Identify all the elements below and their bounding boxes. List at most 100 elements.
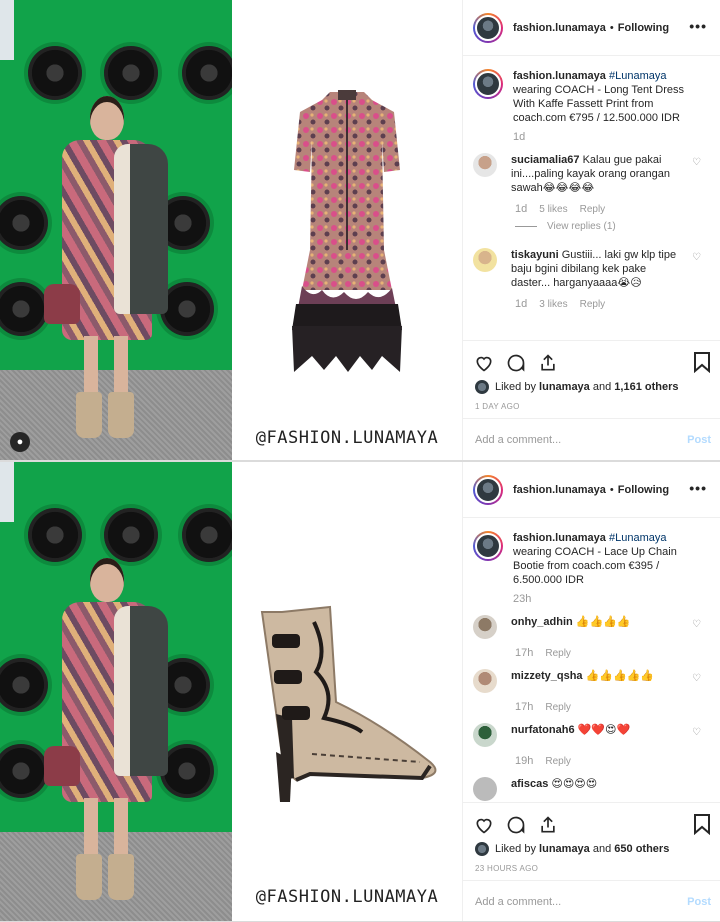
product-image bbox=[232, 462, 462, 921]
heart-icon[interactable]: ♡ bbox=[692, 727, 701, 738]
action-bar bbox=[463, 802, 720, 846]
comment-text: 😍😍😍😍 bbox=[551, 778, 598, 790]
add-comment-input[interactable] bbox=[475, 434, 688, 446]
reply-button[interactable]: Reply bbox=[580, 299, 606, 310]
liked-by-user[interactable]: lunamaya bbox=[539, 381, 590, 393]
comment: nurfatonah6 ❤️❤️😍❤️ ♡ bbox=[463, 713, 720, 747]
heart-icon[interactable] bbox=[473, 814, 495, 836]
comment-text: ❤️❤️😍❤️ bbox=[577, 724, 631, 736]
instagram-post: ● @FASHION.LUNAMAYA fashion.lunamaya • F… bbox=[0, 0, 720, 461]
share-icon[interactable] bbox=[537, 352, 559, 374]
caption-time: 23h bbox=[513, 593, 532, 605]
likes-count[interactable]: 650 others bbox=[614, 843, 669, 855]
comment: afiscas 😍😍😍😍 bbox=[463, 767, 720, 801]
more-icon[interactable]: ••• bbox=[689, 18, 707, 34]
avatar[interactable] bbox=[473, 69, 503, 99]
outfit-photo: ● bbox=[0, 0, 232, 460]
post-header: fashion.lunamaya • Following ••• bbox=[463, 0, 720, 56]
caption-username[interactable]: fashion.lunamaya bbox=[513, 70, 606, 82]
action-bar bbox=[463, 340, 720, 384]
more-icon[interactable]: ••• bbox=[689, 480, 707, 496]
bookmark-icon[interactable] bbox=[693, 351, 711, 378]
model-figure bbox=[44, 558, 174, 918]
comment-time: 17h bbox=[515, 647, 534, 659]
add-comment-input[interactable] bbox=[475, 896, 688, 908]
reply-button[interactable]: Reply bbox=[545, 702, 571, 713]
avatar[interactable] bbox=[473, 723, 497, 747]
caption-time: 1d bbox=[513, 131, 526, 143]
heart-icon[interactable]: ♡ bbox=[692, 619, 701, 630]
comment-text: 👍👍👍👍 bbox=[575, 616, 631, 628]
comment-username[interactable]: afiscas bbox=[511, 778, 548, 790]
share-icon[interactable] bbox=[537, 814, 559, 836]
avatar[interactable] bbox=[473, 474, 503, 505]
likes-summary[interactable]: Liked by lunamaya and 650 others bbox=[475, 842, 669, 856]
add-comment-bar: Post bbox=[463, 418, 720, 460]
hashtag-link[interactable]: #Lunamaya bbox=[609, 532, 667, 544]
instagram-post: @FASHION.LUNAMAYA fashion.lunamaya • Fol… bbox=[0, 461, 720, 922]
post-timestamp: 1 DAY AGO bbox=[475, 402, 520, 411]
comment-username[interactable]: mizzety_qsha bbox=[511, 670, 583, 682]
reply-button[interactable]: Reply bbox=[545, 756, 571, 767]
comment-time: 17h bbox=[515, 701, 534, 713]
comment-icon[interactable] bbox=[505, 814, 527, 836]
boot-illustration bbox=[260, 605, 437, 802]
comment-time: 19h bbox=[515, 755, 534, 767]
post-timestamp: 23 HOURS AGO bbox=[475, 864, 539, 873]
post-button[interactable]: Post bbox=[687, 896, 711, 908]
reply-button[interactable]: Reply bbox=[545, 648, 571, 659]
comments-list[interactable]: fashion.lunamaya #Lunamaya wearing COACH… bbox=[463, 57, 720, 339]
comment-time: 1d bbox=[515, 298, 528, 310]
header-username[interactable]: fashion.lunamaya bbox=[513, 484, 606, 496]
comment-time: 1d bbox=[515, 203, 528, 215]
avatar[interactable] bbox=[473, 531, 503, 561]
avatar[interactable] bbox=[473, 615, 497, 639]
avatar[interactable] bbox=[473, 153, 497, 177]
model-figure bbox=[44, 96, 174, 456]
heart-icon[interactable]: ♡ bbox=[692, 673, 701, 684]
avatar[interactable] bbox=[473, 669, 497, 693]
comment: mizzety_qsha 👍👍👍👍👍 ♡ bbox=[463, 659, 720, 693]
comment-likes[interactable]: 3 likes bbox=[539, 299, 567, 310]
comment: onhy_adhin 👍👍👍👍 ♡ bbox=[463, 605, 720, 639]
post-button[interactable]: Post bbox=[687, 434, 711, 446]
liked-by-user[interactable]: lunamaya bbox=[539, 843, 590, 855]
post-sidebar: fashion.lunamaya • Following ••• fashion… bbox=[462, 462, 720, 921]
likes-count[interactable]: 1,161 others bbox=[614, 381, 678, 393]
avatar bbox=[475, 842, 489, 856]
heart-icon[interactable] bbox=[473, 352, 495, 374]
following-button[interactable]: Following bbox=[618, 22, 669, 34]
profile-icon[interactable]: ● bbox=[10, 432, 30, 452]
likes-summary[interactable]: Liked by lunamaya and 1,161 others bbox=[475, 380, 678, 394]
post-media[interactable]: @FASHION.LUNAMAYA bbox=[0, 462, 462, 921]
comments-list[interactable]: fashion.lunamaya #Lunamaya wearing COACH… bbox=[463, 519, 720, 801]
comment: suciamalia67 Kalau gue pakai ini....pali… bbox=[463, 143, 720, 195]
reply-button[interactable]: Reply bbox=[580, 204, 606, 215]
comment-icon[interactable] bbox=[505, 352, 527, 374]
post-header: fashion.lunamaya • Following ••• bbox=[463, 462, 720, 518]
heart-icon[interactable]: ♡ bbox=[692, 157, 701, 168]
caption: fashion.lunamaya #Lunamaya wearing COACH… bbox=[463, 57, 720, 125]
bookmark-icon[interactable] bbox=[693, 813, 711, 840]
handbag bbox=[44, 746, 80, 786]
avatar[interactable] bbox=[473, 12, 503, 43]
comment-username[interactable]: suciamalia67 bbox=[511, 154, 580, 166]
post-media[interactable]: ● @FASHION.LUNAMAYA bbox=[0, 0, 462, 460]
comment-text: 👍👍👍👍👍 bbox=[585, 670, 655, 682]
heart-icon[interactable]: ♡ bbox=[692, 252, 701, 263]
comment-username[interactable]: nurfatonah6 bbox=[511, 724, 575, 736]
view-replies[interactable]: View replies (1) bbox=[515, 221, 720, 232]
outfit-photo bbox=[0, 462, 232, 921]
avatar[interactable] bbox=[473, 248, 497, 272]
caption-text: wearing COACH - Long Tent Dress With Kaf… bbox=[513, 84, 684, 124]
avatar[interactable] bbox=[473, 777, 497, 801]
comment-likes[interactable]: 5 likes bbox=[539, 204, 567, 215]
comment-username[interactable]: tiskayuni bbox=[511, 249, 559, 261]
post-sidebar: fashion.lunamaya • Following ••• fashion… bbox=[462, 0, 720, 460]
hashtag-link[interactable]: #Lunamaya bbox=[609, 70, 667, 82]
comment-username[interactable]: onhy_adhin bbox=[511, 616, 573, 628]
dress-illustration bbox=[292, 90, 402, 372]
header-username[interactable]: fashion.lunamaya bbox=[513, 22, 606, 34]
following-button[interactable]: Following bbox=[618, 484, 669, 496]
caption-username[interactable]: fashion.lunamaya bbox=[513, 532, 606, 544]
